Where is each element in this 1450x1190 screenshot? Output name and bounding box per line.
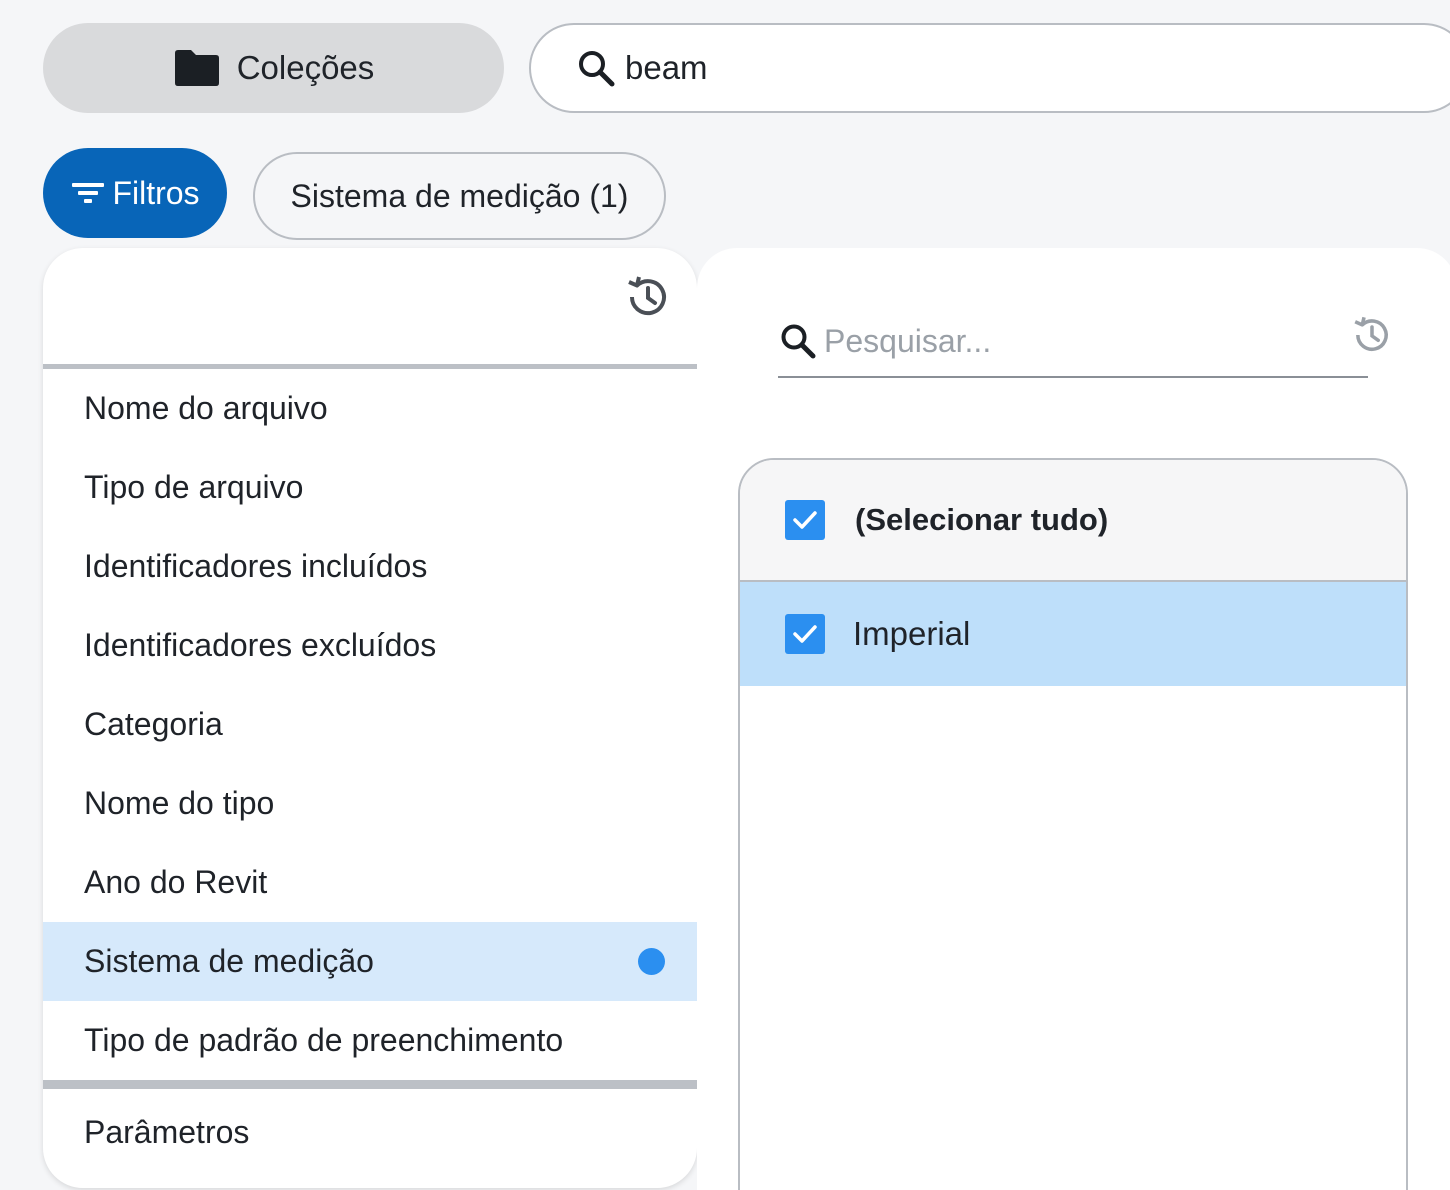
option-checkbox[interactable] [785,614,825,654]
category-item-revit-year[interactable]: Ano do Revit [43,843,697,922]
category-item-fill-pattern-type[interactable]: Tipo de padrão de preenchimento [43,1001,697,1080]
active-filter-indicator [638,948,665,975]
filter-category-panel: Nome do arquivo Tipo de arquivo Identifi… [43,248,697,1188]
filters-button-label: Filtros [112,174,200,211]
category-item-label: Sistema de medição [84,943,374,979]
category-item-file-type[interactable]: Tipo de arquivo [43,448,697,527]
options-list: (Selecionar tudo) Imperial [738,458,1408,1190]
history-icon [628,276,666,316]
select-all-row[interactable]: (Selecionar tudo) [740,460,1406,582]
history-icon [1354,316,1388,352]
select-all-label: (Selecionar tudo) [855,502,1109,537]
folder-icon [174,50,219,86]
category-item-label: Tipo de padrão de preenchimento [84,1022,564,1058]
category-item-type-name[interactable]: Nome do tipo [43,764,697,843]
category-item-label: Identificadores excluídos [84,627,437,663]
option-label: Imperial [853,615,971,652]
search-field[interactable] [529,23,1450,113]
category-item-label: Tipo de arquivo [84,469,304,505]
collections-button[interactable]: Coleções [43,23,504,113]
filter-icon [72,183,105,203]
check-icon [793,511,817,529]
search-icon [781,324,816,359]
options-search-input[interactable] [824,322,1324,360]
active-filter-chip[interactable]: Sistema de medição (1) [253,152,666,240]
category-item-label: Categoria [84,706,223,742]
select-all-checkbox[interactable] [785,500,825,540]
category-item-label: Nome do arquivo [84,390,328,426]
category-item-label: Identificadores incluídos [84,548,428,584]
reset-history-button[interactable] [621,270,675,324]
search-icon [579,51,615,87]
category-item-included-ids[interactable]: Identificadores incluídos [43,527,697,606]
category-item-category[interactable]: Categoria [43,685,697,764]
category-item-label: Parâmetros [84,1113,250,1150]
panel-divider [43,1080,697,1089]
category-item-label: Ano do Revit [84,864,268,900]
active-filter-chip-label: Sistema de medição (1) [290,177,629,214]
filter-options-panel: (Selecionar tudo) Imperial [697,248,1450,1190]
options-search-field[interactable] [778,306,1368,378]
category-item-measurement-system[interactable]: Sistema de medição [43,922,697,1001]
collections-label: Coleções [236,49,375,86]
search-input[interactable] [625,49,1325,87]
filter-category-list: Nome do arquivo Tipo de arquivo Identifi… [43,369,697,1175]
option-row-imperial[interactable]: Imperial [740,582,1406,686]
category-item-file-name[interactable]: Nome do arquivo [43,369,697,448]
check-icon [793,625,817,643]
filters-button[interactable]: Filtros [43,148,227,238]
category-item-excluded-ids[interactable]: Identificadores excluídos [43,606,697,685]
options-history-button[interactable] [1347,310,1397,360]
category-item-label: Nome do tipo [84,785,275,821]
category-item-parameters[interactable]: Parâmetros [43,1089,697,1175]
